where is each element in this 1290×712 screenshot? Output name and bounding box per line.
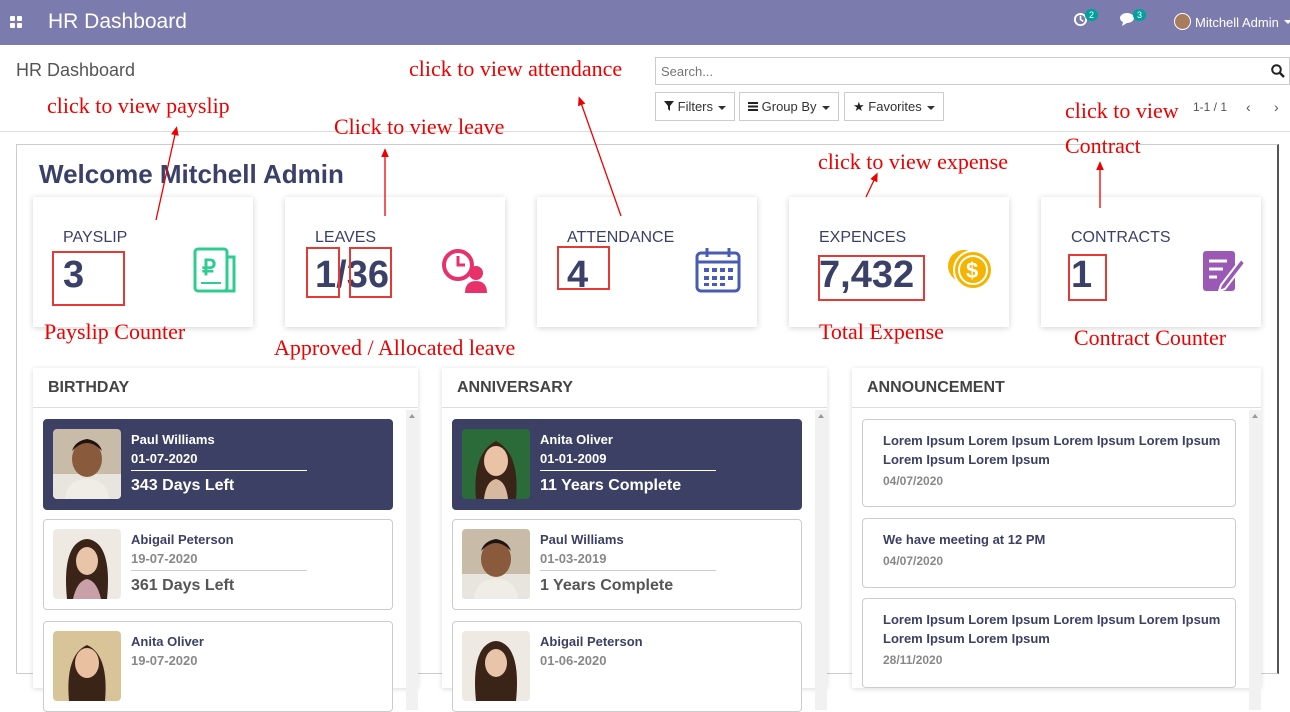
annotation-expense-click: click to view expense: [818, 149, 1008, 174]
years-complete: 1 Years Complete: [540, 577, 674, 594]
scroll-up-icon[interactable]: [1252, 414, 1258, 418]
annotation-contract-click: click to view: [1065, 98, 1179, 123]
anniversary-card[interactable]: Abigail Peterson 01-06-2020: [452, 621, 802, 712]
scroll-up-icon[interactable]: [818, 414, 824, 418]
panel-title: BIRTHDAY: [33, 368, 418, 408]
announcement-panel: ANNOUNCEMENT Lorem Ipsum Lorem Ipsum Lor…: [852, 368, 1261, 710]
annotation-payslip-click: click to view payslip: [47, 93, 230, 118]
employee-date: 01-06-2020: [540, 653, 607, 668]
scrollbar[interactable]: [406, 410, 418, 710]
announcement-date: 04/07/2020: [883, 554, 944, 568]
annotation-payslip-counter: Payslip Counter: [44, 319, 186, 344]
birthday-card[interactable]: Paul Williams 01-07-2020 343 Days Left: [43, 419, 393, 510]
birthday-panel: BIRTHDAY Paul Williams 01-07-2020 343 Da…: [33, 368, 418, 712]
employee-name: Anita Oliver: [131, 634, 204, 649]
employee-date: 01-03-2019: [540, 551, 607, 566]
employee-photo: [53, 631, 121, 701]
annotation-total-expense: Total Expense: [819, 319, 944, 344]
scrollbar[interactable]: [815, 410, 827, 710]
announcement-item[interactable]: We have meeting at 12 PM 04/07/2020: [862, 518, 1236, 588]
divider: [540, 570, 716, 571]
anniversary-card[interactable]: Anita Oliver 01-01-2009 11 Years Complet…: [452, 419, 802, 510]
birthday-card[interactable]: Abigail Peterson 19-07-2020 361 Days Lef…: [43, 519, 393, 610]
panel-title: ANNOUNCEMENT: [852, 368, 1261, 408]
employee-photo: [53, 429, 121, 499]
anniversary-card[interactable]: Paul Williams 01-03-2019 1 Years Complet…: [452, 519, 802, 610]
employee-date: 01-01-2009: [540, 451, 607, 466]
days-left: 343 Days Left: [131, 477, 235, 494]
scroll-up-icon[interactable]: [409, 414, 415, 418]
divider: [131, 570, 307, 571]
employee-name: Paul Williams: [540, 532, 624, 547]
annotation-attendance-click: click to view attendance: [409, 56, 623, 81]
employee-name: Abigail Peterson: [540, 634, 643, 649]
employee-name: Anita Oliver: [540, 432, 613, 447]
years-complete: 11 Years Complete: [540, 477, 682, 494]
announcement-text: Lorem Ipsum Lorem Ipsum Lorem Ipsum Lore…: [883, 433, 1221, 467]
divider: [540, 470, 716, 471]
employee-date: 19-07-2020: [131, 653, 198, 668]
annotation-leave-counter: Approved / Allocated leave: [274, 335, 516, 360]
annotation-contract-counter: Contract Counter: [1074, 325, 1227, 350]
employee-photo: [462, 529, 530, 599]
employee-date: 19-07-2020: [131, 551, 198, 566]
employee-name: Paul Williams: [131, 432, 215, 447]
announcement-item[interactable]: Lorem Ipsum Lorem Ipsum Lorem Ipsum Lore…: [862, 598, 1236, 688]
announcement-date: 04/07/2020: [883, 474, 944, 488]
anniversary-panel: ANNIVERSARY Anita Oliver 01-01-2009 11 Y…: [442, 368, 827, 712]
announcement-text: Lorem Ipsum Lorem Ipsum Lorem Ipsum Lore…: [883, 612, 1221, 646]
announcement-text: We have meeting at 12 PM: [883, 532, 1046, 547]
annotation-leave-click: Click to view leave: [334, 114, 505, 139]
employee-date: 01-07-2020: [131, 451, 198, 466]
scrollbar[interactable]: [1249, 410, 1261, 710]
days-left: 361 Days Left: [131, 577, 235, 594]
employee-photo: [462, 429, 530, 499]
employee-photo: [462, 631, 530, 701]
annotation-contract-click-2: Contract: [1065, 133, 1141, 158]
employee-name: Abigail Peterson: [131, 532, 234, 547]
panel-title: ANNIVERSARY: [442, 368, 827, 408]
announcement-date: 28/11/2020: [883, 653, 943, 667]
birthday-card[interactable]: Anita Oliver 19-07-2020: [43, 621, 393, 712]
announcement-item[interactable]: Lorem Ipsum Lorem Ipsum Lorem Ipsum Lore…: [862, 419, 1236, 507]
divider: [131, 470, 307, 471]
employee-photo: [53, 529, 121, 599]
